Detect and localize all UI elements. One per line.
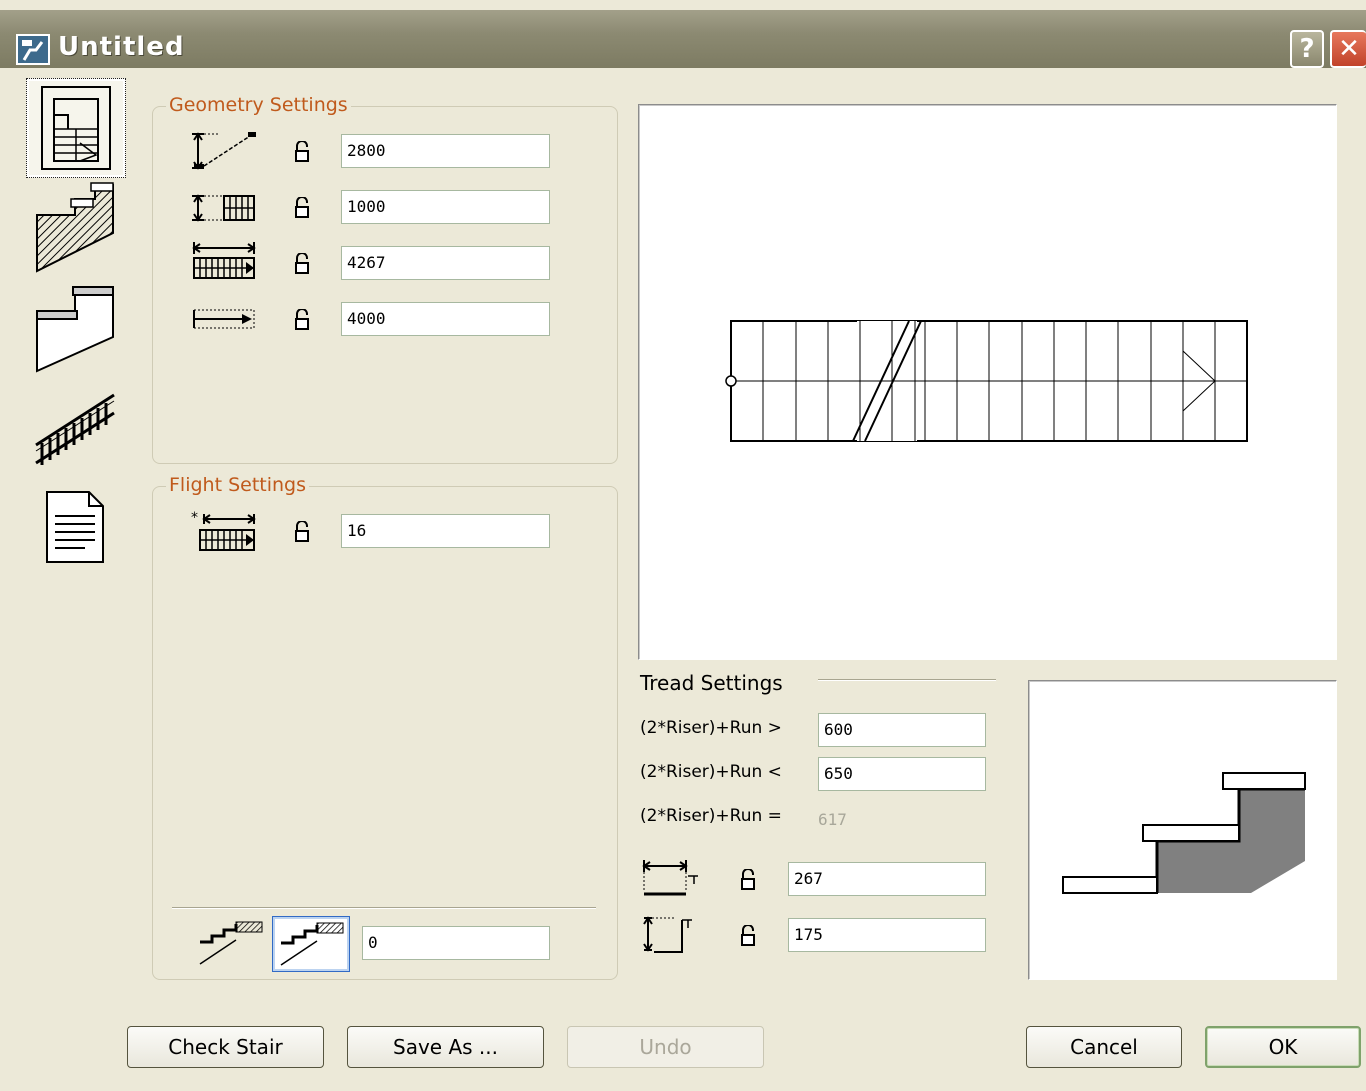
tab-plan[interactable] xyxy=(26,78,126,178)
help-button[interactable]: ? xyxy=(1290,30,1324,68)
stair-section-drawing xyxy=(1062,772,1306,894)
lock-icon[interactable] xyxy=(294,253,310,275)
riser-height-icon xyxy=(643,916,692,953)
tread-depth-icon xyxy=(642,860,698,896)
stair-width-field[interactable]: 1000 xyxy=(341,190,550,224)
flight-offset-field[interactable]: 0 xyxy=(362,926,550,960)
stair-flight-selected-icon xyxy=(280,922,344,966)
plan-tab-icon xyxy=(41,86,111,170)
save-as-button[interactable]: Save As ... xyxy=(347,1026,544,1068)
walking-line-length-field[interactable]: 4000 xyxy=(341,302,550,336)
lock-icon[interactable] xyxy=(740,869,756,891)
walking-line-length-icon xyxy=(193,309,255,329)
flight-type-option-1[interactable] xyxy=(196,918,266,968)
current-rule-label: (2*Riser)+Run = xyxy=(640,806,782,826)
number-of-risers-field[interactable]: 16 xyxy=(341,514,550,548)
stair-dialog: Untitled ? ✕ Geometry Settings 2800 1000… xyxy=(0,0,1366,1091)
stair-length-icon xyxy=(192,242,256,279)
lock-icon[interactable] xyxy=(294,309,310,331)
flight-separator xyxy=(172,907,596,909)
current-rule-value: 617 xyxy=(818,810,847,829)
tab-structure[interactable] xyxy=(26,178,124,276)
stair-plan-drawing xyxy=(725,320,1248,442)
tread-riser-tab-icon xyxy=(36,286,114,373)
lock-icon[interactable] xyxy=(294,141,310,163)
app-icon xyxy=(16,34,50,65)
stair-section-preview xyxy=(1028,680,1337,980)
tab-railing[interactable] xyxy=(26,378,124,476)
tab-listing[interactable] xyxy=(26,478,124,576)
flight-settings-group xyxy=(152,486,618,980)
stair-plan-preview xyxy=(638,104,1337,660)
window-title: Untitled xyxy=(58,32,185,62)
stair-width-icon xyxy=(192,194,255,222)
cancel-button[interactable]: Cancel xyxy=(1026,1026,1182,1068)
max-rule-field[interactable]: 650 xyxy=(818,757,986,791)
lock-icon[interactable] xyxy=(740,925,756,947)
ok-button[interactable]: OK xyxy=(1205,1026,1361,1068)
tread-separator xyxy=(818,679,996,681)
flight-type-option-2[interactable] xyxy=(272,916,350,972)
close-button[interactable]: ✕ xyxy=(1330,30,1366,68)
stair-height-icon xyxy=(192,132,256,170)
flight-settings-label: Flight Settings xyxy=(166,474,310,496)
svg-text:*: * xyxy=(191,510,198,526)
stair-length-field[interactable]: 4267 xyxy=(341,246,550,280)
lock-icon[interactable] xyxy=(294,521,310,543)
title-bar[interactable]: Untitled ? ✕ xyxy=(0,10,1366,68)
lock-icon[interactable] xyxy=(294,197,310,219)
listing-tab-icon xyxy=(46,491,104,563)
check-stair-button[interactable]: Check Stair xyxy=(127,1026,324,1068)
riser-height-field[interactable]: 175 xyxy=(788,918,986,952)
min-rule-label: (2*Riser)+Run > xyxy=(640,718,782,738)
tread-settings-label: Tread Settings xyxy=(640,671,783,695)
undo-button[interactable]: Undo xyxy=(567,1026,764,1068)
stair-height-field[interactable]: 2800 xyxy=(341,134,550,168)
structure-tab-icon xyxy=(36,182,114,273)
min-rule-field[interactable]: 600 xyxy=(818,713,986,747)
railing-tab-icon xyxy=(35,393,115,465)
tread-depth-field[interactable]: 267 xyxy=(788,862,986,896)
max-rule-label: (2*Riser)+Run < xyxy=(640,762,782,782)
number-of-risers-icon: * xyxy=(191,510,256,551)
tab-tread-riser[interactable] xyxy=(26,278,124,376)
geometry-settings-label: Geometry Settings xyxy=(166,94,351,116)
stair-flight-icon xyxy=(199,921,263,965)
